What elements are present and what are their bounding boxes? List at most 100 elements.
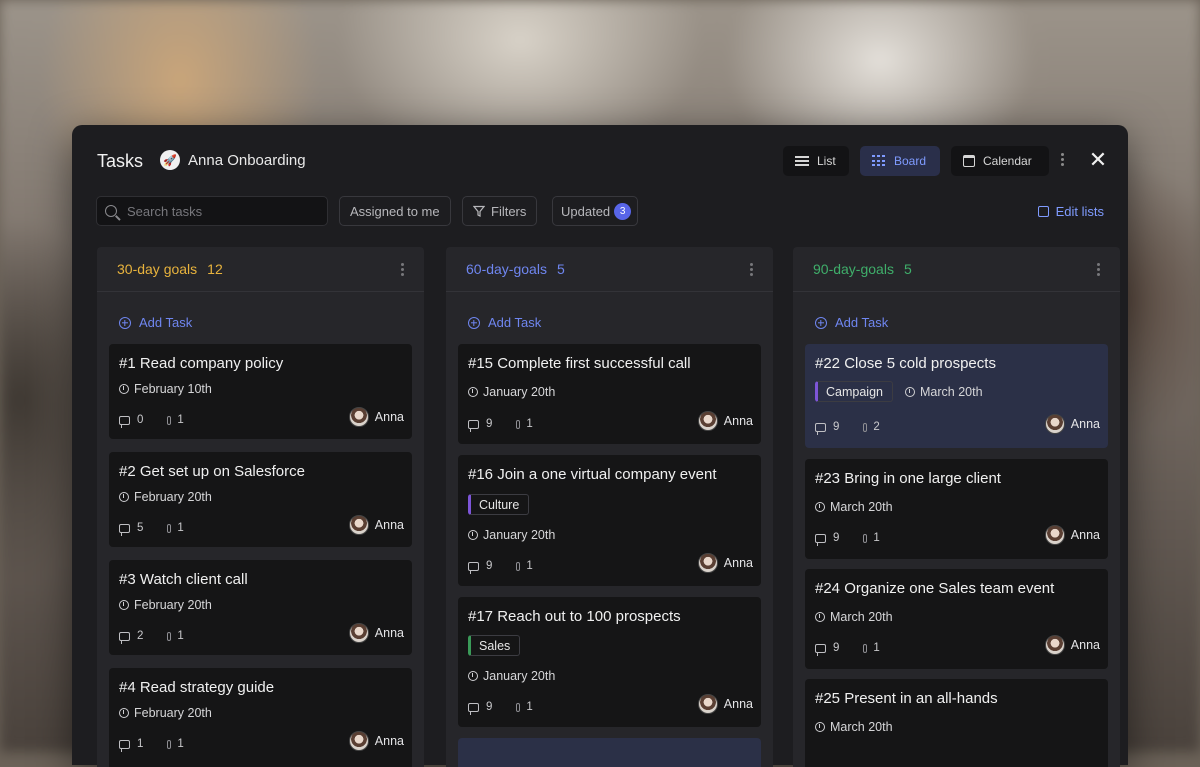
comment-icon <box>815 533 826 546</box>
task-card[interactable]: #15 Complete first successful call Janua… <box>458 344 761 444</box>
task-due-date: February 10th <box>119 382 212 396</box>
task-card[interactable]: #17 Reach out to 100 prospects Sales Jan… <box>458 597 761 727</box>
comment-icon <box>119 739 130 752</box>
column-60-day-goals: 60-day-goals 5 Add Task #15 Complete fir… <box>446 247 773 767</box>
task-card[interactable]: #25 Present in an all-hands March 20th <box>805 679 1108 767</box>
board-icon <box>872 155 886 167</box>
task-title: #16 Join a one virtual company event <box>468 466 717 483</box>
attachment-icon <box>167 631 172 641</box>
plus-icon <box>815 316 827 329</box>
task-card[interactable]: #23 Bring in one large client March 20th… <box>805 459 1108 559</box>
add-task-label: Add Task <box>139 315 193 330</box>
comment-icon <box>119 523 130 536</box>
task-title: #3 Watch client call <box>119 571 248 588</box>
more-options-icon[interactable] <box>1061 153 1065 166</box>
task-meta: 11 <box>119 738 184 752</box>
task-due-date: February 20th <box>119 706 212 720</box>
comment-count: 9 <box>486 701 493 713</box>
column-menu-icon[interactable] <box>401 263 404 276</box>
task-assignee[interactable]: Anna <box>348 731 404 751</box>
task-title: #15 Complete first successful call <box>468 355 691 372</box>
filters-button[interactable]: Filters <box>462 196 538 226</box>
task-assignee[interactable]: Anna <box>1044 414 1100 434</box>
task-assignee[interactable]: Anna <box>1044 635 1100 655</box>
task-assignee[interactable]: Anna <box>697 694 753 714</box>
task-title: #2 Get set up on Salesforce <box>119 463 305 480</box>
project-selector[interactable]: 🚀 Anna Onboarding <box>160 150 306 170</box>
task-due-date: January 20th <box>468 528 555 542</box>
task-due-date: February 20th <box>119 598 212 612</box>
search-icon <box>105 205 117 217</box>
tasks-modal: Tasks 🚀 Anna Onboarding List Board Calen… <box>72 125 1128 767</box>
clock-icon <box>468 387 478 397</box>
attachment-icon <box>516 419 521 429</box>
task-assignee[interactable]: Anna <box>348 407 404 427</box>
task-meta: 91 <box>468 701 533 715</box>
comment-count: 9 <box>833 532 840 544</box>
attachment-count: 1 <box>177 414 184 426</box>
assigned-to-me-button[interactable]: Assigned to me <box>339 196 451 226</box>
task-card[interactable]: #24 Organize one Sales team event March … <box>805 569 1108 669</box>
task-card[interactable] <box>458 738 761 767</box>
task-assignee[interactable]: Anna <box>697 553 753 573</box>
attachment-count: 2 <box>873 421 880 433</box>
task-title: #22 Close 5 cold prospects <box>815 355 996 372</box>
close-icon[interactable]: ✕ <box>1088 149 1108 171</box>
clock-icon <box>119 384 129 394</box>
attachment-icon <box>516 702 521 712</box>
avatar <box>1044 414 1065 434</box>
search-input[interactable] <box>125 202 309 220</box>
toolbar: Assigned to me Filters Updated 3 Edit li… <box>72 196 1128 228</box>
edit-lists-button[interactable]: Edit lists <box>1037 204 1104 219</box>
task-card[interactable]: #22 Close 5 cold prospects Campaign Marc… <box>805 344 1108 448</box>
avatar <box>348 623 369 643</box>
attachment-count: 1 <box>873 642 880 654</box>
comment-icon <box>468 561 479 574</box>
comment-icon <box>468 419 479 432</box>
task-title: #24 Organize one Sales team event <box>815 580 1055 597</box>
task-card[interactable]: #2 Get set up on Salesforce February 20t… <box>109 452 412 547</box>
add-task-button[interactable]: Add Task <box>446 292 773 330</box>
task-card[interactable]: #16 Join a one virtual company event Cul… <box>458 455 761 586</box>
attachment-count: 1 <box>177 738 184 750</box>
clock-icon <box>119 708 129 718</box>
task-card[interactable]: #3 Watch client call February 20th 21 An… <box>109 560 412 655</box>
attachment-icon <box>863 422 868 432</box>
clock-icon <box>815 502 825 512</box>
comment-count: 9 <box>833 421 840 433</box>
column-title: 90-day-goals <box>813 261 894 277</box>
view-board-label: Board <box>894 154 927 168</box>
assigned-to-me-label: Assigned to me <box>350 203 440 219</box>
list-icon <box>795 155 809 167</box>
column-menu-icon[interactable] <box>1097 263 1100 276</box>
column-menu-icon[interactable] <box>750 263 753 276</box>
add-task-button[interactable]: Add Task <box>97 292 424 330</box>
search-box[interactable] <box>96 196 328 226</box>
column-header: 30-day goals 12 <box>97 247 424 292</box>
comment-count: 2 <box>137 630 144 642</box>
attachment-icon <box>167 523 172 533</box>
attachment-icon <box>167 415 172 425</box>
task-assignee[interactable]: Anna <box>1044 525 1100 545</box>
task-card[interactable]: #4 Read strategy guide February 20th 11 … <box>109 668 412 767</box>
task-meta: 91 <box>815 532 880 546</box>
avatar <box>348 731 369 751</box>
attachment-count: 1 <box>526 418 533 430</box>
task-due-date: January 20th <box>468 669 555 683</box>
task-meta: 91 <box>815 642 880 656</box>
comment-count: 9 <box>486 418 493 430</box>
column-count: 12 <box>207 261 223 277</box>
view-calendar-button[interactable]: Calendar <box>951 146 1049 176</box>
view-list-button[interactable]: List <box>783 146 849 176</box>
avatar <box>1044 635 1065 655</box>
updated-button[interactable]: Updated 3 <box>552 196 639 226</box>
task-assignee[interactable]: Anna <box>697 411 753 431</box>
clock-icon <box>468 671 478 681</box>
task-due-date: January 20th <box>468 385 555 399</box>
add-task-button[interactable]: Add Task <box>793 292 1120 330</box>
view-board-button[interactable]: Board <box>860 146 940 176</box>
clock-icon <box>815 612 825 622</box>
task-card[interactable]: #1 Read company policy February 10th 01 … <box>109 344 412 439</box>
task-assignee[interactable]: Anna <box>348 623 404 643</box>
task-assignee[interactable]: Anna <box>348 515 404 535</box>
